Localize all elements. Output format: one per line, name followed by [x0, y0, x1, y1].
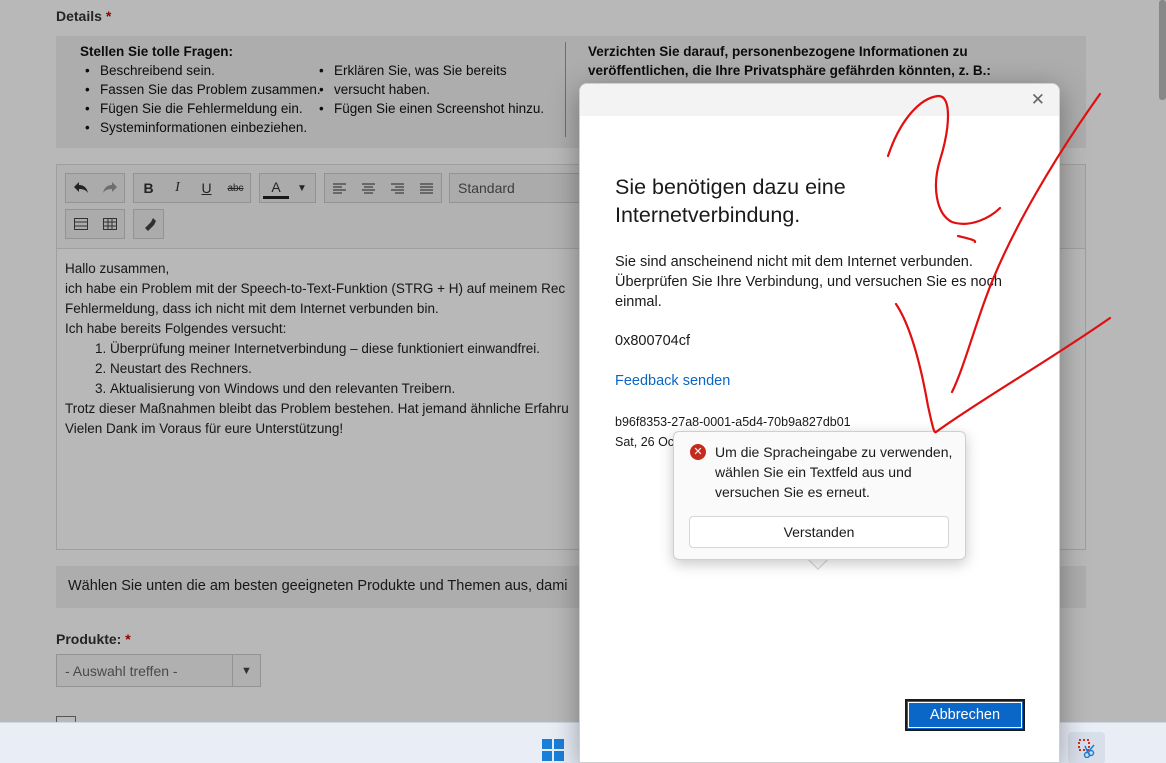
- timestamp: Sat, 26 Oc: [615, 435, 675, 449]
- page-scrollbar[interactable]: [1159, 0, 1166, 100]
- close-icon[interactable]: ✕: [1031, 90, 1045, 110]
- dialog-titlebar: ✕: [580, 84, 1059, 116]
- windows-start-icon[interactable]: [542, 739, 564, 761]
- error-icon: ✕: [690, 444, 706, 460]
- popup-message: Um die Spracheingabe zu verwenden, wähle…: [715, 444, 953, 500]
- correlation-id: b96f8353-27a8-0001-a5d4-70b9a827db01: [615, 415, 851, 429]
- feedback-link[interactable]: Feedback senden: [615, 373, 730, 389]
- connection-error-dialog: ✕ Sie benötigen dazu eine Internetverbin…: [579, 83, 1060, 763]
- dialog-title: Sie benötigen dazu eine Internetverbindu…: [615, 175, 846, 227]
- snipping-tool-icon[interactable]: [1068, 732, 1105, 763]
- voice-typing-popup: ✕ Um die Spracheingabe zu verwenden, wäh…: [673, 431, 966, 560]
- cancel-button[interactable]: Abbrechen: [905, 699, 1025, 731]
- dialog-message: Sie sind anscheinend nicht mit dem Inter…: [615, 254, 1002, 310]
- understood-button[interactable]: Verstanden: [689, 516, 949, 548]
- error-code: 0x800704cf: [615, 333, 690, 349]
